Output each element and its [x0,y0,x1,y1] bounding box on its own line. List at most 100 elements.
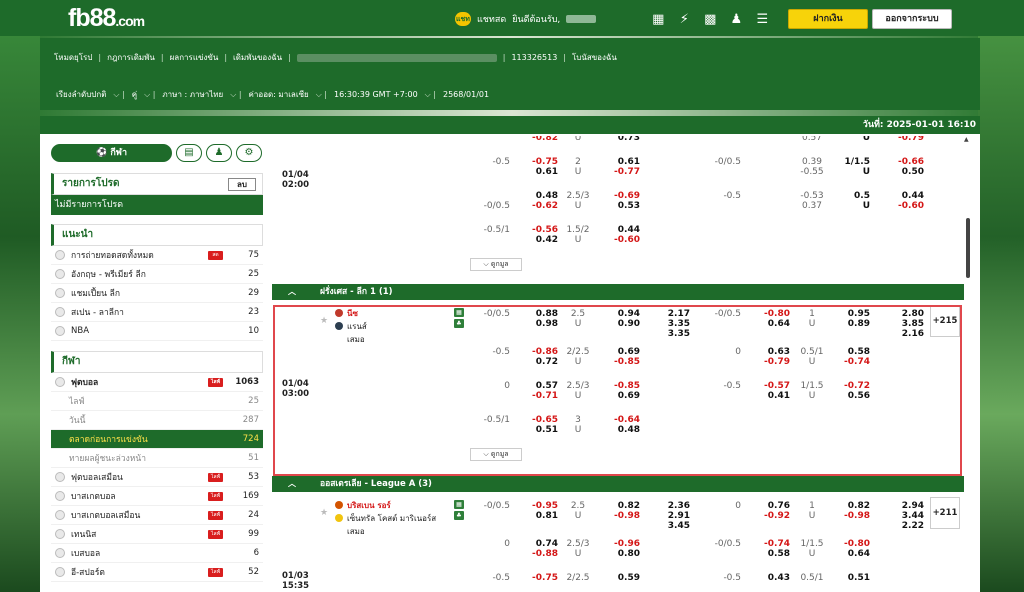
nav-link-results[interactable]: ผลการแข่งขัน [170,51,219,64]
logo[interactable]: fb88.com [68,4,145,33]
list-icon[interactable]: ☰ [752,12,772,27]
expand-button[interactable]: ⌵ ดูกมูล [470,258,522,271]
pair-select[interactable]: คู่ [132,88,137,101]
lightning-icon[interactable]: ⚡ [674,12,694,27]
collapse-icon[interactable]: ︿ [288,476,296,492]
sidebar-item[interactable]: วันนี้ 287 [51,411,263,430]
odds-cell[interactable]: -0.56 [524,225,558,235]
odds-cell[interactable]: -0.75 [524,573,558,583]
odds-cell[interactable]: 0.58 [756,549,790,559]
language-select[interactable]: ภาษา : ภาษาไทย [162,88,223,101]
calendar-icon[interactable]: ▤ [176,144,202,162]
odds-cell[interactable]: -0.69 [606,191,640,201]
odds-cell[interactable]: -0.60 [890,201,924,211]
odds-cell[interactable]: 0.64 [836,549,870,559]
nav-link-rules[interactable]: กฎการเดิมพัน [107,51,155,64]
settings-icon[interactable]: ⚙ [236,144,262,162]
odds-cell[interactable]: -0.62 [524,201,558,211]
odds-cell[interactable]: -0.98 [606,511,640,521]
odds-cell[interactable]: 0.76 [756,501,790,511]
sidebar-item[interactable]: อี-สปอร์ต ไลฟ์ 52 [51,563,263,582]
odds-cell[interactable]: 0.5 [836,191,870,201]
collapse-icon[interactable]: ︿ [288,284,296,300]
nav-link-euro-mode[interactable]: โหมดยุโรป [54,51,92,64]
odds-cell[interactable]: 2.91 [656,511,690,521]
sidebar-item[interactable]: เบสบอล 6 [51,544,263,563]
odds-cell[interactable]: 0.82 [606,501,640,511]
odds-cell[interactable]: 2.94 [890,501,924,511]
odds-cell[interactable]: 0.82 [836,501,870,511]
scroll-up-icon[interactable]: ▲ [964,136,969,143]
sidebar-item[interactable]: ตลาดก่อนการแข่งขัน 724 [51,430,263,449]
sidebar-item[interactable]: อังกฤษ - พรีเมียร์ ลีก 25 [51,265,263,284]
scrollbar[interactable] [966,218,970,278]
odds-cell[interactable]: 0.59 [606,573,640,583]
odds-cell[interactable]: -0.77 [606,167,640,177]
odds-cell[interactable]: -0.80 [836,539,870,549]
chat-icon[interactable]: แชท [455,12,471,26]
nav-link-bonus[interactable]: โบนัสของฉัน [572,51,617,64]
odds-cell[interactable]: -0.92 [756,511,790,521]
sidebar-item[interactable]: ทายผลผู้ชนะล่วงหน้า 51 [51,449,263,468]
person-icon[interactable]: ♟ [206,144,232,162]
odds-cell[interactable]: 0.73 [606,136,640,143]
odds-cell[interactable]: -0.95 [524,501,558,511]
wallet-icon[interactable]: ▦ [648,12,668,27]
odds-cell[interactable]: 0.48 [524,191,558,201]
league-header-france[interactable]: ︿ ฝรั่งเศส - ลีก 1 (1) [272,284,964,300]
nav-link-my-bets[interactable]: เดิมพันของฉัน [233,51,282,64]
odds-cell[interactable]: 0.50 [890,167,924,177]
odds-cell[interactable]: 0.81 [524,511,558,521]
sidebar-item[interactable]: ฟุตบอลเสมือน ไลฟ์ 53 [51,468,263,487]
odds-cell[interactable]: U [836,167,870,177]
sidebar-item[interactable]: NBA 10 [51,322,263,341]
sidebar-item[interactable]: ไลฟ์ 25 [51,392,263,411]
odds-cell[interactable]: -0.60 [606,235,640,245]
sidebar-item[interactable]: บาสเกตบอล ไลฟ์ 169 [51,487,263,506]
odds-cell[interactable]: 0.42 [524,235,558,245]
odds-cell[interactable]: -0.74 [756,539,790,549]
odds-cell[interactable]: 3.44 [890,511,924,521]
sidebar-item[interactable]: แชมเปี้ยน ลีก 29 [51,284,263,303]
chat-label[interactable]: แชทสด [477,12,506,26]
odds-cell[interactable]: 0.61 [524,167,558,177]
odds-cell[interactable]: -0.98 [836,511,870,521]
sidebar-item[interactable]: เทนนิส ไลฟ์ 99 [51,525,263,544]
odds-cell[interactable]: U [836,136,870,143]
deposit-button[interactable]: ฝากเงิน [788,9,868,29]
odds-cell[interactable]: U [836,201,870,211]
sidebar-item[interactable]: สเปน - ลาลีกา 23 [51,303,263,322]
cash-icon[interactable]: ▩ [700,12,720,27]
sidebar-item[interactable]: การถ่ายทอดสดทั้งหมด สด 75 [51,246,263,265]
odds-cell[interactable]: 0.61 [606,157,640,167]
odds-cell[interactable]: 0.53 [606,201,640,211]
odds-cell[interactable]: -0.66 [890,157,924,167]
logout-button[interactable]: ออกจากระบบ [872,9,952,29]
odds-cell[interactable]: 0.80 [606,549,640,559]
odds-cell[interactable]: 2.36 [656,501,690,511]
odds-cell[interactable]: 0.44 [606,225,640,235]
user-icon[interactable]: ♟ [726,12,746,27]
odds-cell[interactable]: 0.44 [890,191,924,201]
odds-select[interactable]: ค่าออด: มาเลเซีย [249,88,309,101]
sort-select[interactable]: เรียงลำดับปกติ [56,88,106,101]
lineup-icon[interactable]: ♣ [454,511,464,520]
odds-cell[interactable]: 0.51 [836,573,870,583]
away-team[interactable]: เซ็นทรัล โคสต์ มาริเนอร์ส [335,512,436,525]
sidebar-item[interactable]: ฟุตบอล ไลฟ์ 1063 [51,373,263,392]
more-markets-button[interactable]: +211 [930,497,960,529]
home-team[interactable]: บริสเบน รอร์ [335,499,436,512]
odds-cell[interactable]: -0.79 [890,136,924,143]
sport-main-button[interactable]: ⚽ กีฬา [51,144,172,162]
odds-cell[interactable]: -0.96 [606,539,640,549]
odds-cell[interactable]: 0.74 [524,539,558,549]
favorite-star-icon[interactable]: ★ [320,508,328,518]
odds-cell[interactable]: -0.75 [524,157,558,167]
league-header-australia[interactable]: ︿ ออสเตรเลีย - League A (3) [272,476,964,492]
odds-cell[interactable]: 2.22 [890,521,924,531]
odds-cell[interactable]: -0.88 [524,549,558,559]
odds-cell[interactable]: -0.82 [524,136,558,143]
sidebar-item[interactable]: บาสเกตบอลเสมือน ไลฟ์ 24 [51,506,263,525]
odds-cell[interactable]: 0.43 [756,573,790,583]
odds-cell[interactable]: 1/1.5 [836,157,871,167]
